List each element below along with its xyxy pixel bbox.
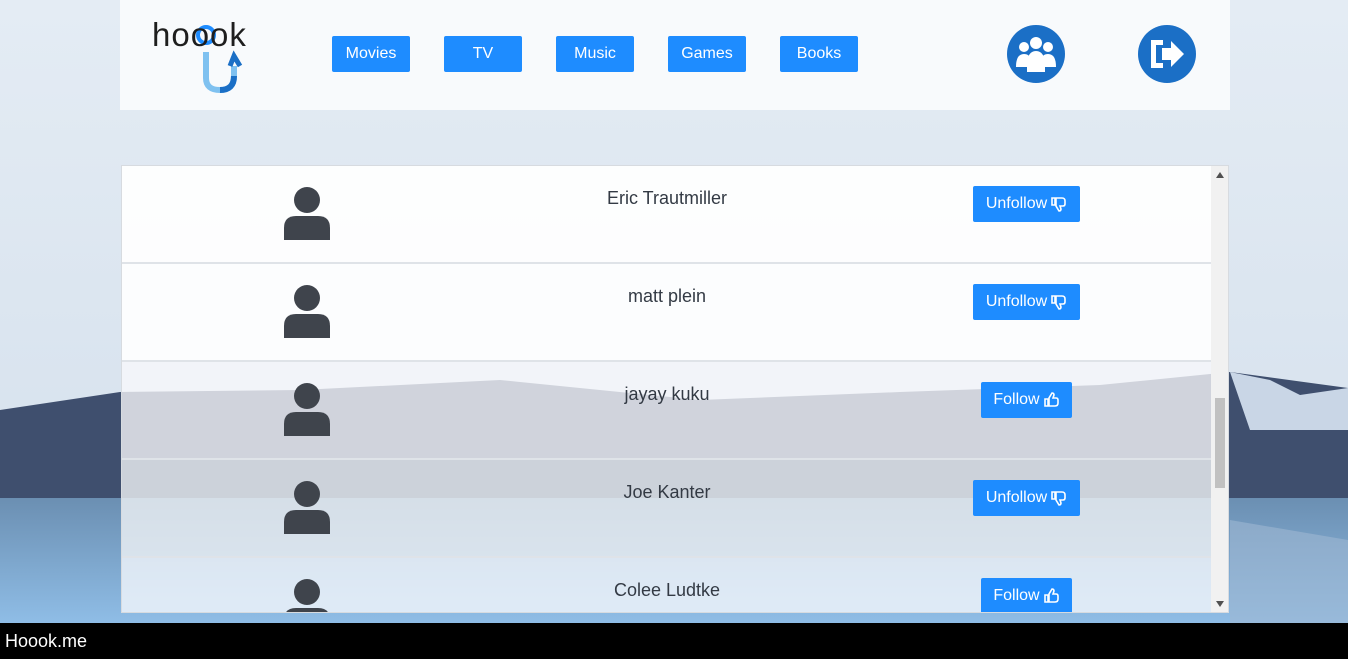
follow-button[interactable]: Follow (981, 382, 1072, 418)
list-item: Eric Trautmiller Unfollow (122, 166, 1212, 264)
thumbs-down-icon (1051, 491, 1066, 506)
scroll-up-arrow-icon[interactable] (1211, 166, 1228, 183)
thumbs-up-icon (1043, 392, 1059, 407)
thumbs-down-icon (1051, 197, 1066, 212)
user-avatar-icon (284, 285, 330, 338)
group-users-icon (1016, 37, 1056, 72)
user-name: jayay kuku (624, 384, 710, 404)
button-label: Follow (993, 587, 1040, 604)
user-list: Eric Trautmiller Unfollow matt plein Unf… (122, 166, 1212, 612)
nav-movies-button[interactable]: Movies (332, 36, 410, 72)
user-avatar-icon (284, 383, 330, 436)
user-avatar-icon (286, 579, 328, 612)
nav-tv-button[interactable]: TV (444, 36, 522, 72)
nav-books-button[interactable]: Books (780, 36, 858, 72)
list-item: Colee Ludtke Follow (122, 558, 1212, 612)
list-item: Joe Kanter Unfollow (122, 460, 1212, 558)
scroll-down-arrow-icon[interactable] (1211, 595, 1228, 612)
footer-brand-text: Hoook.me (5, 630, 88, 651)
unfollow-button[interactable]: Unfollow (973, 480, 1080, 516)
list-item: matt plein Unfollow (122, 264, 1212, 362)
user-avatar-icon (284, 187, 330, 240)
logout-button[interactable] (1138, 25, 1196, 83)
user-name: matt plein (627, 286, 707, 306)
top-header: hoook Movies TV Music Games Books (120, 0, 1230, 110)
button-label: Unfollow (985, 195, 1048, 212)
user-avatar-icon (284, 481, 330, 534)
logo-text: hoook (152, 16, 247, 53)
user-name: Eric Trautmiller (606, 188, 727, 208)
thumbs-down-icon (1051, 295, 1066, 310)
button-label: Unfollow (985, 293, 1048, 310)
thumbs-up-icon (1043, 588, 1059, 603)
user-name: Colee Ludtke (613, 580, 721, 600)
unfollow-button[interactable]: Unfollow (973, 284, 1080, 320)
list-item: jayay kuku Follow (122, 362, 1212, 460)
scrollbar-thumb[interactable] (1215, 398, 1225, 488)
nav-music-button[interactable]: Music (556, 36, 634, 72)
friends-button[interactable] (1007, 25, 1065, 83)
button-label: Unfollow (985, 489, 1048, 506)
button-label: Follow (993, 391, 1040, 408)
nav-games-button[interactable]: Games (668, 36, 746, 72)
sign-out-icon (1151, 40, 1184, 68)
hoook-logo[interactable]: hoook (152, 8, 264, 98)
unfollow-button[interactable]: Unfollow (973, 186, 1080, 222)
follow-button[interactable]: Follow (981, 578, 1072, 612)
vertical-scrollbar[interactable] (1211, 166, 1228, 612)
footer: Hoook.me (0, 623, 1348, 659)
user-list-panel: Eric Trautmiller Unfollow matt plein Unf… (121, 165, 1229, 613)
user-name: Joe Kanter (623, 482, 711, 502)
